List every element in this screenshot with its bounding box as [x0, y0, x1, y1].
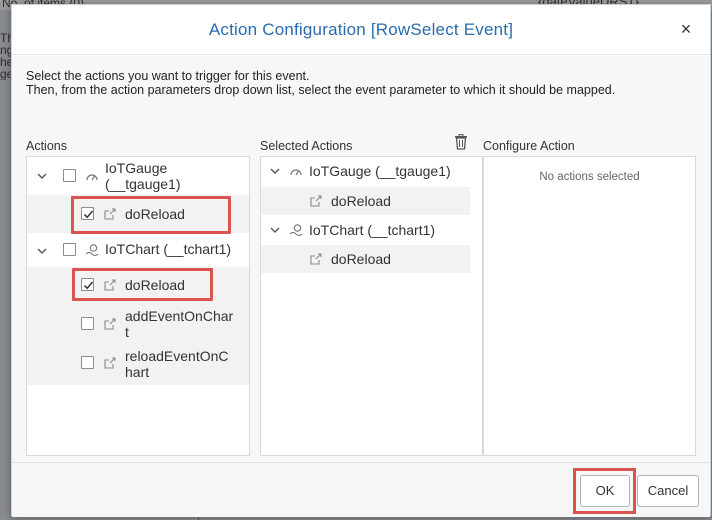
gauge-icon [86, 174, 98, 181]
trash-icon[interactable] [454, 134, 468, 150]
selected-label-gauge-doreload: doReload [331, 193, 391, 209]
selected-node-iotchart[interactable]: IoTChart (__tchart1) [261, 215, 470, 245]
tree-node-chart-addevent[interactable]: addEventOnChar t [27, 303, 249, 343]
highlight-box [573, 468, 636, 514]
checkbox-iotgauge[interactable] [63, 169, 76, 182]
instruction-line-2: Then, from the action parameters drop do… [26, 83, 616, 97]
tree-label-line: reloadEventOnC [125, 348, 229, 364]
selected-node-iotgauge[interactable]: IoTGauge (__tgauge1) [261, 157, 470, 187]
selected-actions-panel: IoTGauge (__tgauge1) doReload IoTChart (… [260, 156, 483, 456]
checkbox-chart-addevent[interactable] [81, 317, 94, 330]
cancel-button[interactable]: Cancel [637, 475, 699, 507]
tree-node-iotchart[interactable]: IoTChart (__tchart1) [27, 235, 249, 265]
selected-node-gauge-doreload[interactable]: doReload [261, 187, 470, 215]
chart-icon [289, 224, 303, 237]
dialog-title: Action Configuration [RowSelect Event] [208, 20, 514, 39]
tree-node-iotgauge[interactable]: IoTGauge (__tgauge1) [27, 157, 249, 195]
dialog-instructions: Select the actions you want to trigger f… [26, 69, 615, 97]
tree-label-line: hart [125, 364, 150, 380]
configure-action-label: Configure Action [483, 139, 575, 153]
actions-panel: IoTGauge (__tgauge1) doReload IoTChart (… [26, 156, 250, 456]
close-icon[interactable]: × [676, 19, 696, 39]
action-link-icon [310, 253, 322, 265]
actions-label: Actions [26, 139, 67, 153]
selected-label-iotchart: IoTChart (__tchart1) [309, 222, 436, 238]
tree-label-iotgauge: IoTGauge (__tgauge1) [105, 160, 181, 192]
chevron-down-icon[interactable] [36, 245, 48, 257]
tree-label-line: (__tgauge1) [105, 176, 181, 192]
selected-label-chart-doreload: doReload [331, 251, 391, 267]
dialog-header: Action Configuration [RowSelect Event] × [12, 5, 710, 55]
action-link-icon [310, 195, 322, 207]
instruction-line-1: Select the actions you want to trigger f… [26, 69, 310, 83]
no-actions-message: No actions selected [539, 171, 640, 183]
tree-node-chart-reloadevent[interactable]: reloadEventOnC hart [27, 343, 249, 385]
dialog-content: Select the actions you want to trigger f… [12, 56, 710, 462]
tree-label-iotchart: IoTChart (__tchart1) [105, 241, 232, 257]
action-configuration-dialog: Action Configuration [RowSelect Event] ×… [11, 4, 711, 517]
gauge-icon [290, 169, 302, 176]
tree-label-line: IoTGauge [105, 160, 168, 176]
tree-label-chart-addevent: addEventOnChar t [125, 308, 233, 340]
tree-label-line: t [125, 324, 129, 340]
chevron-down-icon[interactable] [269, 165, 281, 177]
action-link-icon [104, 318, 116, 330]
selected-label-iotgauge: IoTGauge (__tgauge1) [309, 163, 451, 179]
tree-label-chart-reloadevent: reloadEventOnC hart [125, 348, 229, 380]
tree-label-line: addEventOnChar [125, 308, 234, 324]
highlight-box [71, 196, 231, 234]
action-link-icon [104, 357, 116, 369]
dialog-footer: OK Cancel [12, 462, 710, 517]
chevron-down-icon[interactable] [269, 224, 281, 236]
selected-node-chart-doreload[interactable]: doReload [261, 245, 470, 273]
chart-icon [85, 244, 99, 257]
checkbox-iotchart[interactable] [63, 243, 76, 256]
configure-action-panel: No actions selected [483, 156, 696, 456]
checkbox-chart-reloadevent[interactable] [81, 356, 94, 369]
chevron-down-icon[interactable] [36, 170, 48, 182]
highlight-box [72, 268, 213, 301]
selected-actions-label: Selected Actions [260, 139, 353, 153]
